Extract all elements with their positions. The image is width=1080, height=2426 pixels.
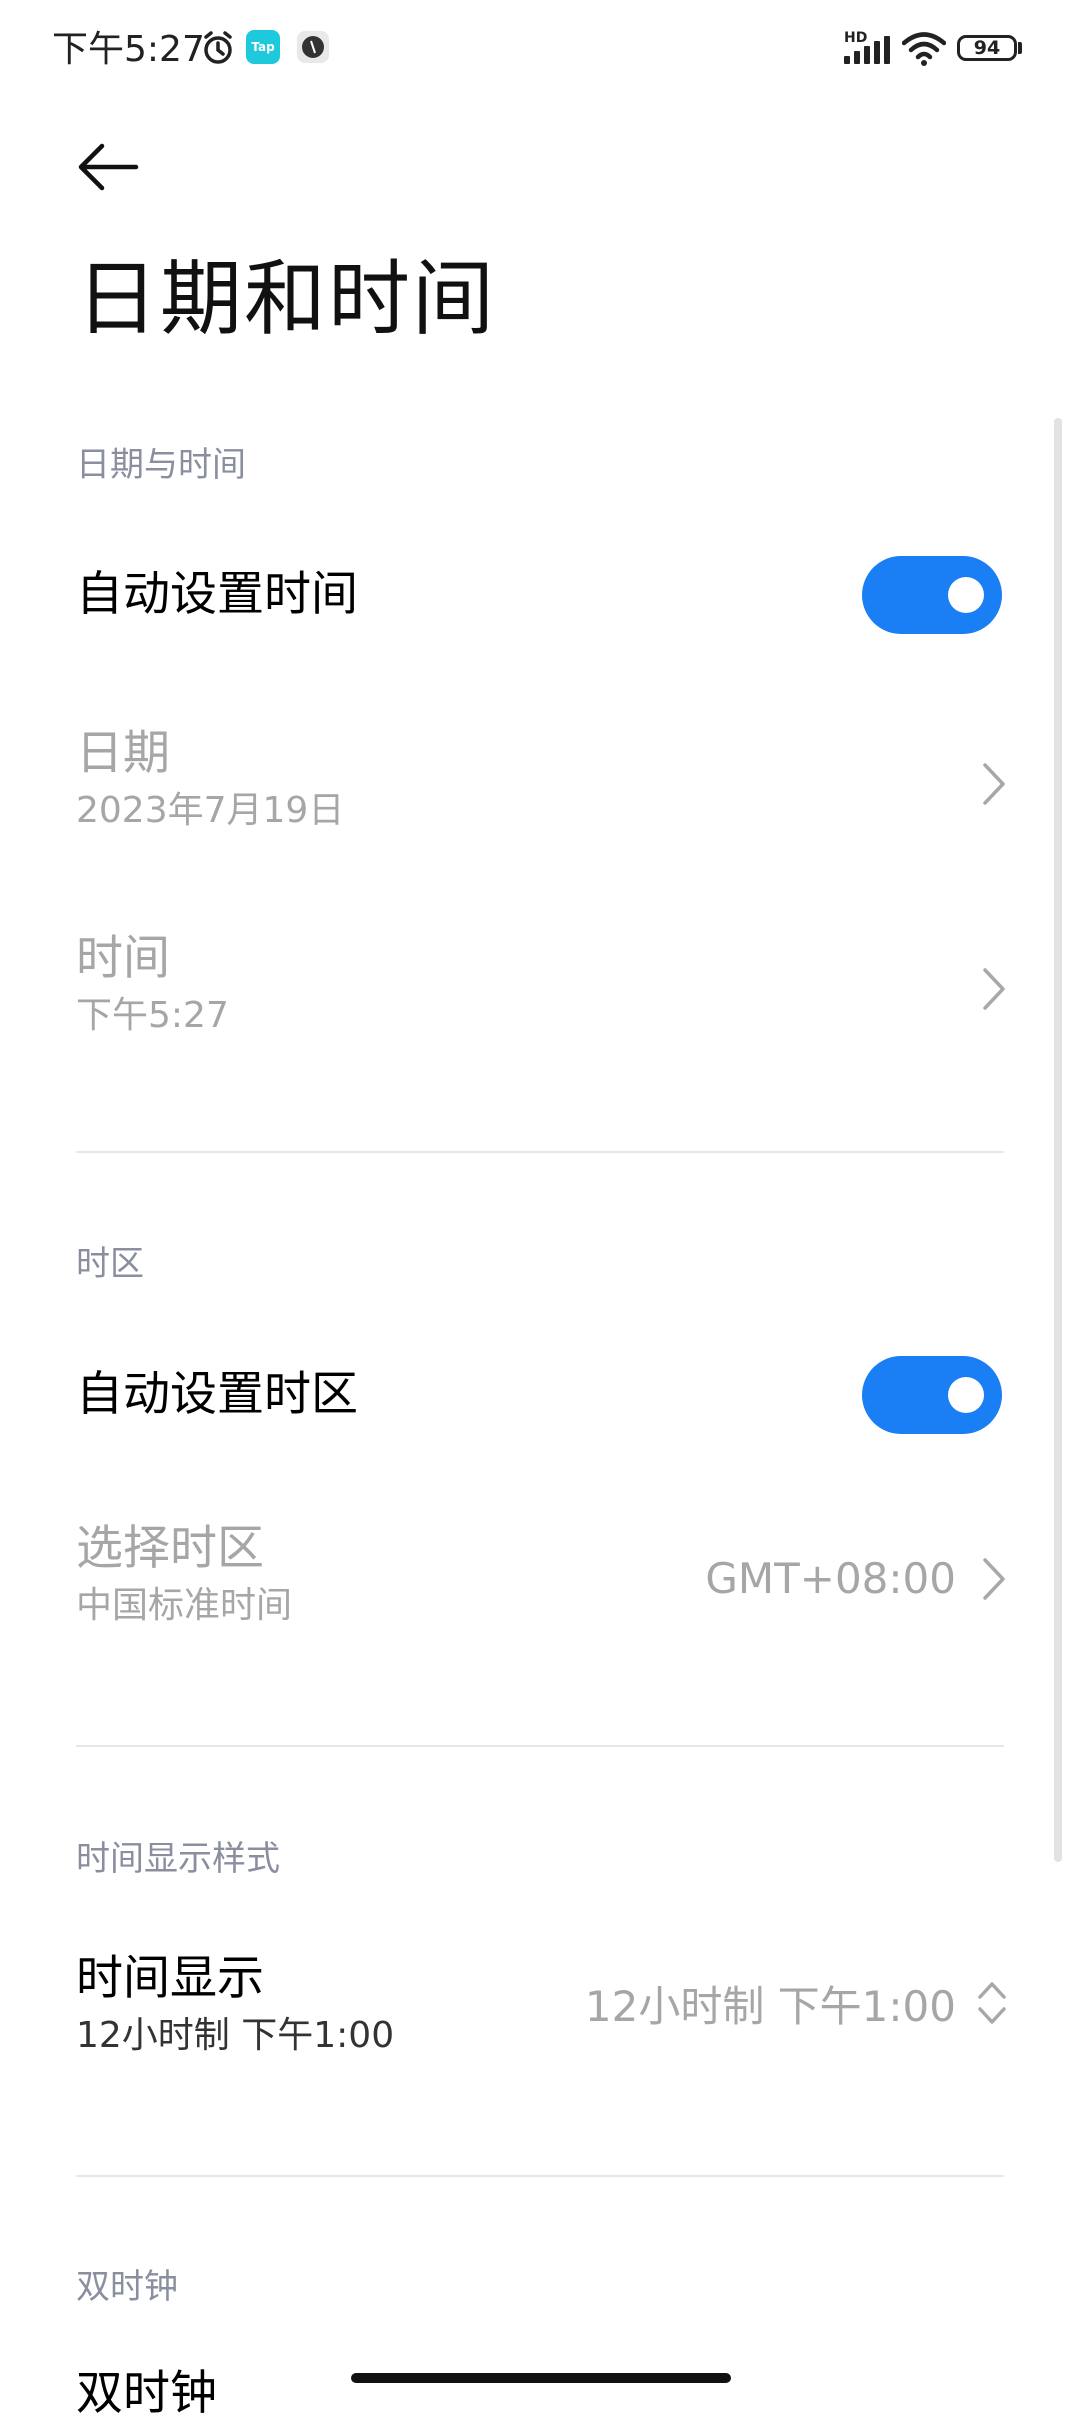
time-label: 时间 <box>76 931 170 986</box>
alarm-icon <box>204 31 232 64</box>
toggle-knob <box>948 1377 984 1413</box>
back-arrow-icon[interactable] <box>76 142 140 192</box>
battery-nub <box>1018 42 1022 54</box>
divider <box>76 1745 1004 1747</box>
chevron-right-icon <box>983 763 1005 805</box>
auto-timezone-label: 自动设置时区 <box>76 1367 358 1422</box>
divider <box>76 1151 1004 1153</box>
section-header-date-time: 日期与时间 <box>76 445 246 485</box>
home-indicator[interactable] <box>351 2373 731 2383</box>
app-notification-icon <box>297 31 329 63</box>
time-value: 下午5:27 <box>76 995 229 1036</box>
auto-time-toggle[interactable] <box>862 556 1002 634</box>
battery-icon: 94 <box>957 35 1017 61</box>
section-header-timezone: 时区 <box>76 1244 144 1284</box>
page-title: 日期和时间 <box>76 252 497 347</box>
section-header-dual-clock: 双时钟 <box>76 2267 178 2307</box>
auto-time-label: 自动设置时间 <box>76 567 358 622</box>
chevron-right-icon <box>983 968 1005 1010</box>
wifi-icon <box>902 32 946 66</box>
timezone-offset: GMT+08:00 <box>705 1554 956 1603</box>
section-header-display-style: 时间显示样式 <box>76 1839 280 1879</box>
status-bar-time: 下午5:27 <box>52 29 205 70</box>
auto-timezone-toggle[interactable] <box>862 1356 1002 1434</box>
date-row[interactable]: 日期 2023年7月19日 <box>0 710 1040 860</box>
time-display-value: 12小时制 下午1:00 <box>584 1982 956 2031</box>
timezone-name: 中国标准时间 <box>76 1585 293 1626</box>
taptap-app-icon: Tap <box>246 30 280 64</box>
chevron-right-icon <box>983 1558 1005 1600</box>
time-display-row[interactable]: 时间显示 12小时制 下午1:00 12小时制 下午1:00 <box>0 1935 1040 2085</box>
time-display-sub: 12小时制 下午1:00 <box>76 2015 395 2056</box>
auto-timezone-row[interactable]: 自动设置时区 <box>0 1340 1040 1450</box>
signal-strength-icon <box>844 36 890 64</box>
select-timezone-row[interactable]: 选择时区 中国标准时间 GMT+08:00 <box>0 1505 1040 1655</box>
dropdown-updown-icon <box>978 1982 1006 2024</box>
auto-time-row[interactable]: 自动设置时间 <box>0 540 1040 650</box>
toggle-knob <box>948 577 984 613</box>
scrollbar[interactable] <box>1054 418 1062 1862</box>
date-value: 2023年7月19日 <box>76 790 345 831</box>
date-label: 日期 <box>76 726 170 781</box>
select-timezone-label: 选择时区 <box>76 1521 264 1576</box>
dual-clock-label[interactable]: 双时钟 <box>76 2362 217 2426</box>
time-display-label: 时间显示 <box>76 1951 264 2006</box>
time-row[interactable]: 时间 下午5:27 <box>0 915 1040 1065</box>
divider <box>76 2175 1004 2177</box>
